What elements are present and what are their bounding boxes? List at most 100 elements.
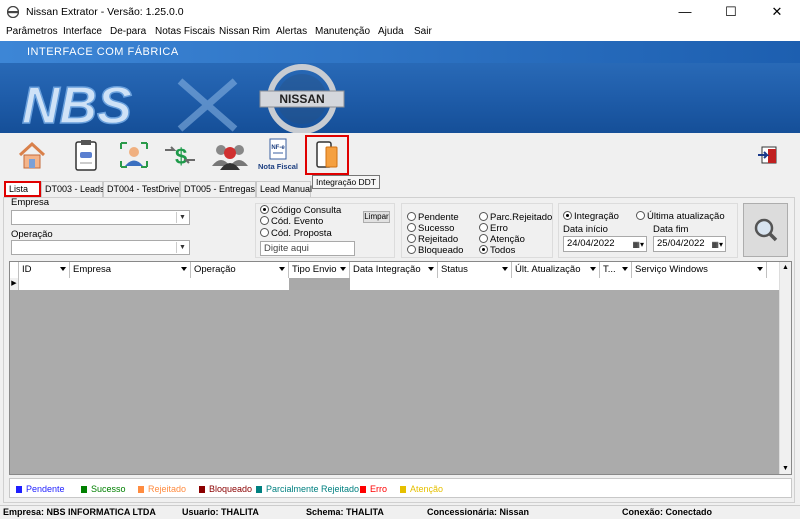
clipboard-button[interactable] [68,138,104,172]
close-button[interactable]: ✕ [754,0,800,24]
clipboard-car-icon [75,140,97,171]
filter-dropdown-icon[interactable] [428,267,434,271]
col-tipo-envio[interactable]: Tipo Envio [289,262,350,278]
toolbar: $ NF-e Nota Fiscal [0,133,800,178]
radio-icon [407,234,416,243]
search-input[interactable]: Digite aqui [260,241,355,256]
col-empresa[interactable]: Empresa [70,262,191,278]
filter-dropdown-icon[interactable] [340,267,346,271]
radio-bloqueado[interactable]: Bloqueado [407,245,463,256]
radio-codigo-consulta[interactable]: Código Consulta [260,205,341,216]
data-fim-input[interactable]: 25/04/2022 ▦▾ [653,236,726,252]
tab-dt003-leads[interactable]: DT003 - Leads [41,181,105,197]
legend-label: Atenção [410,484,444,494]
legend-sucesso: Sucesso [81,484,126,494]
radio-cod-evento[interactable]: Cód. Evento [260,216,323,227]
col-label: T... [603,264,616,275]
status-legend: Pendente Sucesso Rejeitado Bloqueado Par… [9,478,792,498]
legend-swatch [256,486,262,493]
users-button[interactable] [210,138,248,172]
filter-dropdown-icon[interactable] [502,267,508,271]
filter-dropdown-icon[interactable] [181,267,187,271]
empresa-select[interactable]: ▼ [11,210,190,225]
filter-dropdown-icon[interactable] [590,267,596,271]
selected-cell[interactable] [289,278,350,290]
status-bar: Empresa: NBS INFORMATICA LTDA Usuario: T… [0,505,800,519]
radio-erro[interactable]: Erro [479,223,508,234]
radio-sucesso[interactable]: Sucesso [407,223,454,234]
finance-button[interactable]: $ [162,138,198,172]
legend-swatch [400,486,406,493]
radio-label: Cód. Proposta [271,228,332,239]
data-grid[interactable]: ID Empresa Operação Tipo Envio Data Inte… [9,261,792,475]
col-servico-windows[interactable]: Serviço Windows [632,262,767,278]
tab-lista[interactable]: Lista [4,181,41,197]
radio-ultima-atualizacao[interactable]: Última atualização [636,211,725,222]
operacao-select[interactable]: ▼ [11,240,190,255]
radio-label: Sucesso [418,223,455,234]
col-data-integracao[interactable]: Data Integração [350,262,438,278]
nissan-logo: NISSAN [279,92,324,106]
menu-alertas[interactable]: Alertas [276,26,307,37]
menu-parametros[interactable]: Parâmetros [6,26,58,37]
menu-interface[interactable]: Interface [63,26,102,37]
filter-dropdown-icon[interactable] [757,267,763,271]
radio-label: Erro [490,223,508,234]
radio-icon [479,234,488,243]
col-t[interactable]: T... [600,262,632,278]
minimize-button[interactable]: — [662,0,708,24]
home-button[interactable] [14,138,50,172]
tab-lead-manual[interactable]: Lead Manual [256,181,312,197]
search-button[interactable] [743,203,788,257]
user-button[interactable] [116,138,152,172]
banner-graphics: NBS NISSAN [21,64,345,133]
nota-fiscal-button[interactable]: NF-e Nota Fiscal [258,138,300,172]
filter-dropdown-icon[interactable] [279,267,285,271]
menu-de-para[interactable]: De-para [110,26,146,37]
tab-dt005-entregas[interactable]: DT005 - Entregas [180,181,256,197]
menu-notas-fiscais[interactable]: Notas Fiscais [155,26,215,37]
radio-selected-icon [260,205,269,214]
col-status[interactable]: Status [438,262,512,278]
calendar-icon[interactable]: ▦▾ [632,238,644,251]
menu-ajuda[interactable]: Ajuda [378,26,404,37]
exit-button[interactable] [756,138,784,172]
data-inicio-input[interactable]: 24/04/2022 ▦▾ [563,236,647,252]
radio-cod-proposta[interactable]: Cód. Proposta [260,228,332,239]
integracao-ddt-button[interactable] [305,135,349,175]
maximize-button[interactable]: ☐ [708,0,754,24]
table-row[interactable]: ▶ [10,278,781,290]
legend-swatch [199,486,205,493]
filter-dropdown-icon[interactable] [60,267,66,271]
tab-dt004-testdrive[interactable]: DT004 - TestDrive [103,181,180,197]
radio-label: Integração [574,211,619,222]
radio-atencao[interactable]: Atenção [479,234,525,245]
col-ult-atualizacao[interactable]: Últ. Atualização [512,262,600,278]
menu-nissan-rim[interactable]: Nissan Rim [219,26,270,37]
legend-label: Erro [370,484,388,494]
radio-icon [636,211,645,220]
radio-label: Última atualização [647,211,725,222]
radio-rejeitado[interactable]: Rejeitado [407,234,458,245]
vertical-scrollbar[interactable]: ▲ ▼ [779,262,791,474]
limpar-button[interactable]: Limpar [363,211,390,223]
filter-dropdown-icon[interactable] [622,267,628,271]
menu-manutencao[interactable]: Manutenção [315,26,370,37]
title-bar: Nissan Extrator - Versão: 1.25.0.0 — ☐ ✕ [0,0,800,24]
calendar-icon[interactable]: ▦▾ [711,238,723,251]
col-id[interactable]: ID [19,262,70,278]
scroll-down-icon[interactable]: ▼ [782,465,789,472]
radio-pendente[interactable]: Pendente [407,212,459,223]
col-operacao[interactable]: Operação [191,262,289,278]
radio-todos[interactable]: Todos [479,245,515,256]
operacao-label: Operação [11,229,53,240]
radio-parc-rejeitado[interactable]: Parc.Rejeitado [479,212,552,223]
radio-integracao[interactable]: Integração [563,211,619,222]
scroll-up-icon[interactable]: ▲ [782,264,789,271]
legend-swatch [138,486,144,493]
col-label: Operação [194,264,236,275]
status-usuario: Usuario: THALITA [182,507,259,517]
col-label: Tipo Envio [292,264,337,275]
legend-swatch [81,486,87,493]
menu-sair[interactable]: Sair [414,26,432,37]
